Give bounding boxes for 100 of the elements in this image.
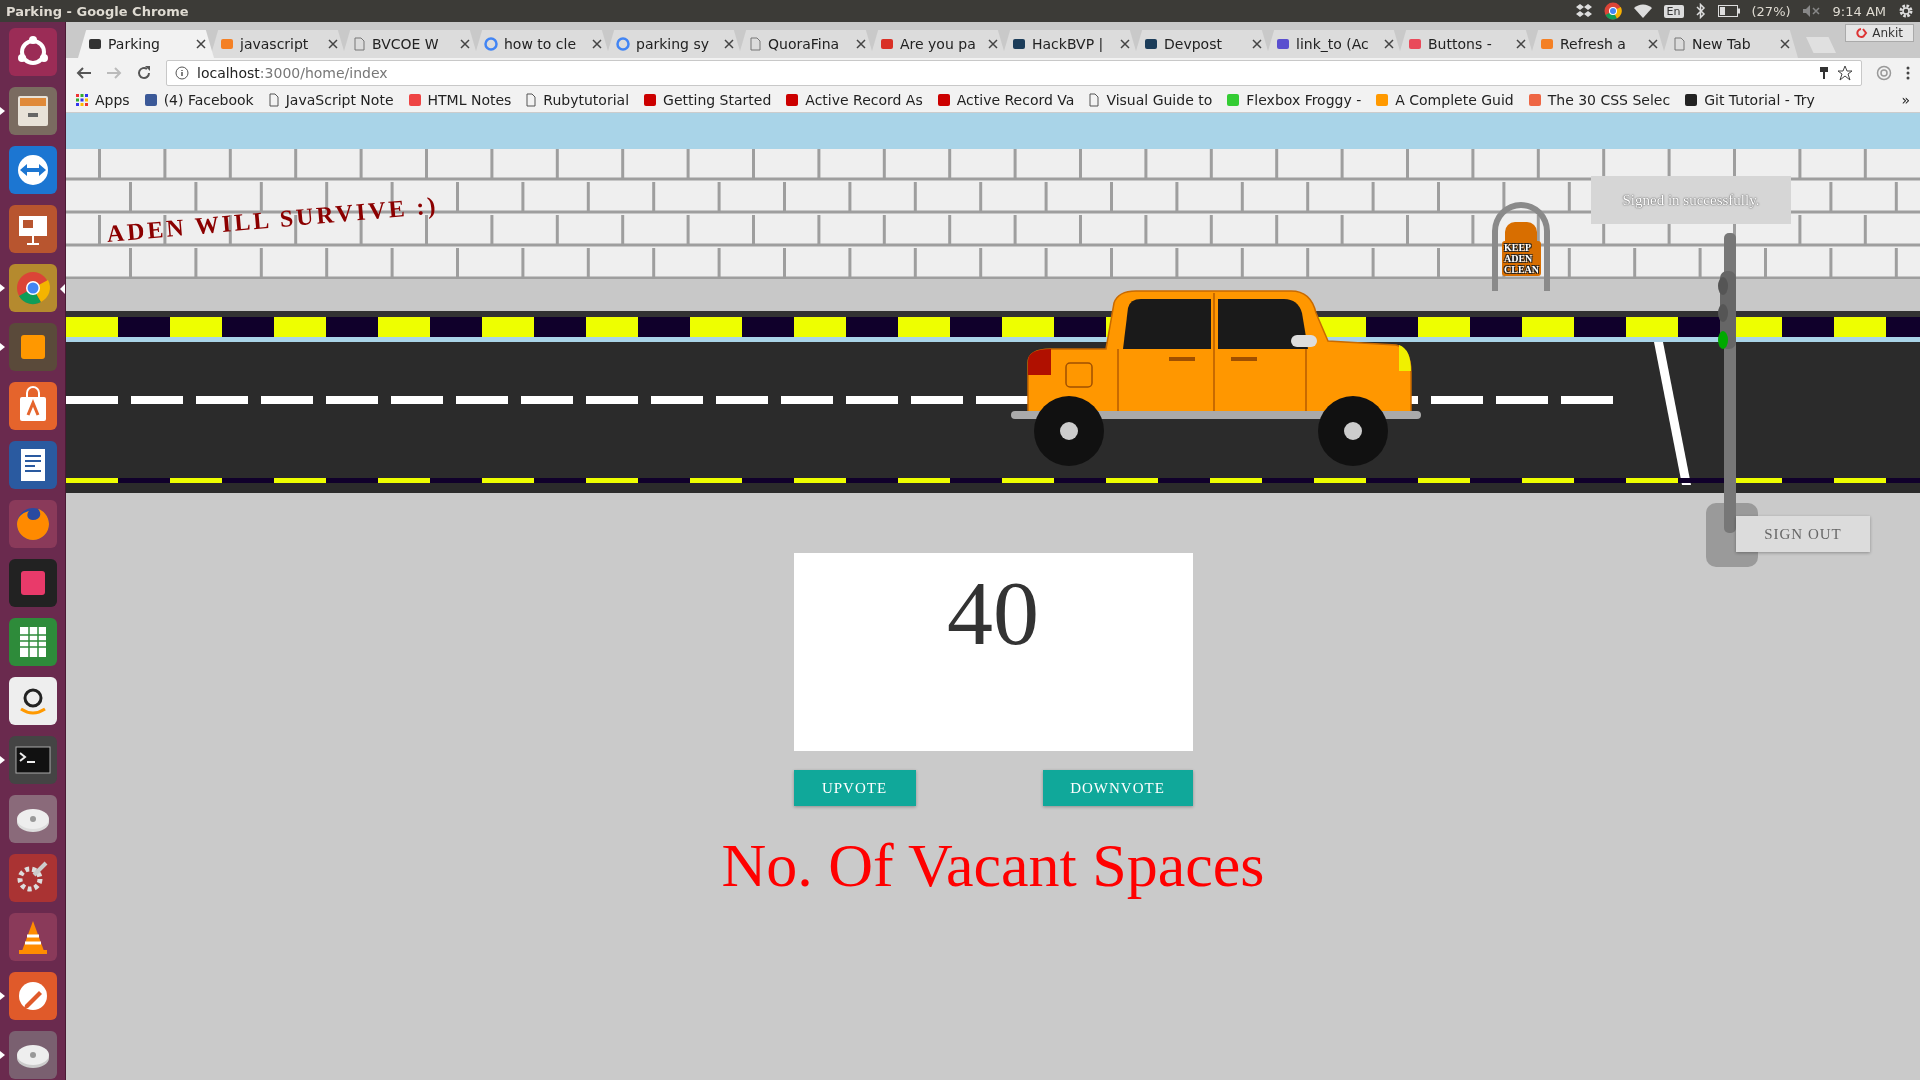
terminal-icon[interactable] [7, 735, 58, 785]
url-text: localhost:3000/home/index [197, 65, 388, 81]
browser-tab[interactable]: how to cle [474, 30, 610, 58]
settings-icon[interactable] [7, 853, 58, 903]
pen-icon[interactable] [7, 971, 58, 1021]
bookmark[interactable]: Getting Started [643, 92, 772, 108]
bookmark[interactable]: Rubytutorial [525, 92, 630, 108]
clock[interactable]: 9:14 AM [1832, 3, 1886, 19]
browser-tab[interactable]: parking sy [606, 30, 742, 58]
close-icon[interactable] [1120, 39, 1130, 49]
close-icon[interactable] [460, 39, 470, 49]
bookmark[interactable]: (4) Facebook [143, 92, 254, 108]
bookmark-star-icon[interactable] [1837, 65, 1853, 81]
circle-logo-icon[interactable] [7, 27, 58, 77]
browser-tab[interactable]: New Tab [1662, 30, 1798, 58]
bookmark[interactable]: A Complete Guid [1375, 92, 1514, 108]
close-icon[interactable] [592, 39, 602, 49]
shopping-bag-icon[interactable] [7, 381, 58, 431]
traffic-cone-icon[interactable] [7, 912, 58, 962]
bookmark[interactable]: Git Tutorial - Try [1684, 92, 1815, 108]
browser-tab[interactable]: link_to (Ac [1266, 30, 1402, 58]
disk-drive-icon[interactable] [7, 794, 58, 844]
site-favicon-icon [643, 93, 658, 107]
ide-icon[interactable] [7, 558, 58, 608]
site-favicon-icon [1527, 93, 1542, 107]
bookmark[interactable]: HTML Notes [407, 92, 512, 108]
address-bar[interactable]: localhost:3000/home/index [166, 60, 1862, 86]
site-favicon-icon [1276, 37, 1290, 51]
key-icon[interactable] [1819, 66, 1829, 80]
site-favicon-icon [1540, 37, 1554, 51]
browser-tab[interactable]: Buttons - [1398, 30, 1534, 58]
browser-tab[interactable]: Devpost [1134, 30, 1270, 58]
page-icon [1088, 93, 1101, 107]
browser-icon[interactable] [1603, 2, 1622, 20]
close-icon[interactable] [328, 39, 338, 49]
bookmark[interactable]: JavaScript Note [267, 92, 394, 108]
sign-out-button[interactable]: SIGN OUT [1736, 516, 1870, 552]
globe-icon[interactable] [7, 499, 58, 549]
disk-stack-icon[interactable] [7, 1030, 58, 1080]
browser-tab[interactable]: QuoraFina [738, 30, 874, 58]
muted-speaker-icon[interactable] [1802, 5, 1821, 17]
browser-tab[interactable]: Refresh a [1530, 30, 1666, 58]
site-favicon-icon [220, 37, 234, 51]
document-icon[interactable] [7, 440, 58, 490]
site-favicon-icon [1672, 37, 1686, 51]
profile-button[interactable]: Ankit [1845, 24, 1914, 42]
vacant-count: 40 [947, 567, 1039, 659]
browser-tab[interactable]: HackBVP | [1002, 30, 1138, 58]
browser-tab[interactable]: javascript [210, 30, 346, 58]
info-icon[interactable] [175, 66, 189, 80]
bookmark[interactable]: Visual Guide to [1088, 92, 1213, 108]
close-icon[interactable] [196, 39, 206, 49]
back-icon[interactable] [76, 65, 92, 81]
close-icon[interactable] [1780, 39, 1790, 49]
browser-icon[interactable] [7, 263, 58, 313]
site-favicon-icon [352, 37, 366, 51]
close-icon[interactable] [988, 39, 998, 49]
page-icon [525, 93, 538, 107]
browser-tab[interactable]: Parking [78, 30, 214, 58]
bookmark[interactable]: Active Record As [785, 92, 923, 108]
keyboard-layout-indicator[interactable]: En [1663, 4, 1684, 18]
box-icon[interactable] [1575, 4, 1592, 18]
settings-icon[interactable] [1898, 3, 1914, 19]
site-favicon-icon [880, 37, 894, 51]
more-bookmarks-button[interactable]: » [1901, 92, 1910, 108]
drawer-icon[interactable] [7, 86, 58, 136]
presentation-icon[interactable] [7, 204, 58, 254]
editor-icon[interactable] [7, 322, 58, 372]
page-icon [267, 93, 280, 107]
close-icon[interactable] [1384, 39, 1394, 49]
site-favicon-icon [785, 93, 800, 107]
wifi-icon[interactable] [1633, 4, 1652, 18]
menu-icon[interactable] [1906, 66, 1910, 80]
close-icon[interactable] [1252, 39, 1262, 49]
bookmark[interactable]: Apps [76, 92, 130, 108]
bookmark[interactable]: Active Record Va [936, 92, 1075, 108]
close-icon[interactable] [724, 39, 734, 49]
banner-text: ADEN WILL SURVIVE :) [105, 192, 440, 248]
browser-tab[interactable]: Are you pa [870, 30, 1006, 58]
spreadsheet-icon[interactable] [7, 617, 58, 667]
close-icon[interactable] [856, 39, 866, 49]
bluetooth-icon[interactable] [1695, 3, 1706, 19]
site-favicon-icon [748, 37, 762, 51]
battery-percentage: (27%) [1751, 3, 1791, 19]
bookmark[interactable]: The 30 CSS Selec [1527, 92, 1671, 108]
site-favicon-icon [88, 37, 102, 51]
close-icon[interactable] [1648, 39, 1658, 49]
site-favicon-icon [936, 93, 951, 107]
extension-icon[interactable] [1876, 65, 1892, 81]
profile-icon [1856, 28, 1869, 38]
close-icon[interactable] [1516, 39, 1526, 49]
window-title: Parking - Google Chrome [6, 3, 189, 19]
site-favicon-icon [1144, 37, 1158, 51]
battery-icon[interactable] [1717, 5, 1740, 17]
site-favicon-icon [616, 37, 630, 51]
bookmark[interactable]: Flexbox Froggy - [1226, 92, 1362, 108]
site-favicon-icon [1012, 37, 1026, 51]
bin-label: KEEP ADEN CLEAN [1502, 241, 1541, 276]
browser-tab[interactable]: BVCOE W [342, 30, 478, 58]
reload-icon[interactable] [136, 65, 152, 81]
